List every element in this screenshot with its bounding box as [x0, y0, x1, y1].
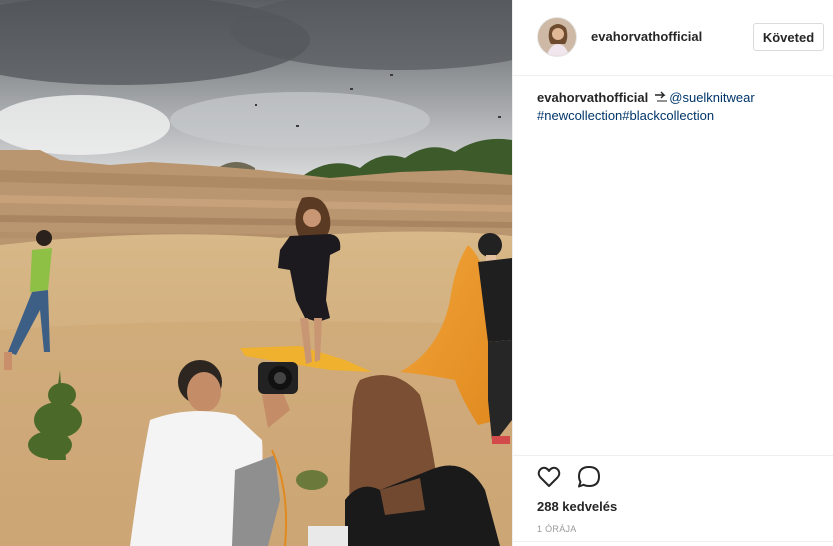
following-button[interactable]: Követed: [753, 23, 824, 51]
hashtag-link[interactable]: #newcollection: [537, 108, 622, 123]
post-header: evahorvathofficial Követed: [513, 0, 833, 76]
photo-shoot-image: [0, 0, 512, 546]
post-side-panel: evahorvathofficial Követed evahorvathoff…: [512, 0, 833, 546]
likes-count[interactable]: 288 kedvelés: [537, 499, 617, 514]
heart-icon[interactable]: [536, 464, 562, 490]
actions-divider: [513, 455, 833, 456]
arrow-share-icon: [655, 91, 668, 102]
post-username[interactable]: evahorvathofficial: [591, 29, 702, 44]
caption-username[interactable]: evahorvathofficial: [537, 90, 648, 105]
post-timestamp[interactable]: 1 ÓRÁJA: [537, 524, 577, 534]
post-photo[interactable]: [0, 0, 512, 546]
profile-picture-icon: [538, 18, 576, 56]
comment-bubble-icon[interactable]: [576, 464, 602, 490]
caption-mention-link[interactable]: @suelknitwear: [669, 90, 754, 105]
hashtag-link[interactable]: #blackcollection: [622, 108, 714, 123]
comment-divider: [513, 541, 833, 542]
post-caption: evahorvathofficial @suelknitwear #newcolle…: [537, 89, 817, 125]
avatar[interactable]: [537, 17, 577, 57]
